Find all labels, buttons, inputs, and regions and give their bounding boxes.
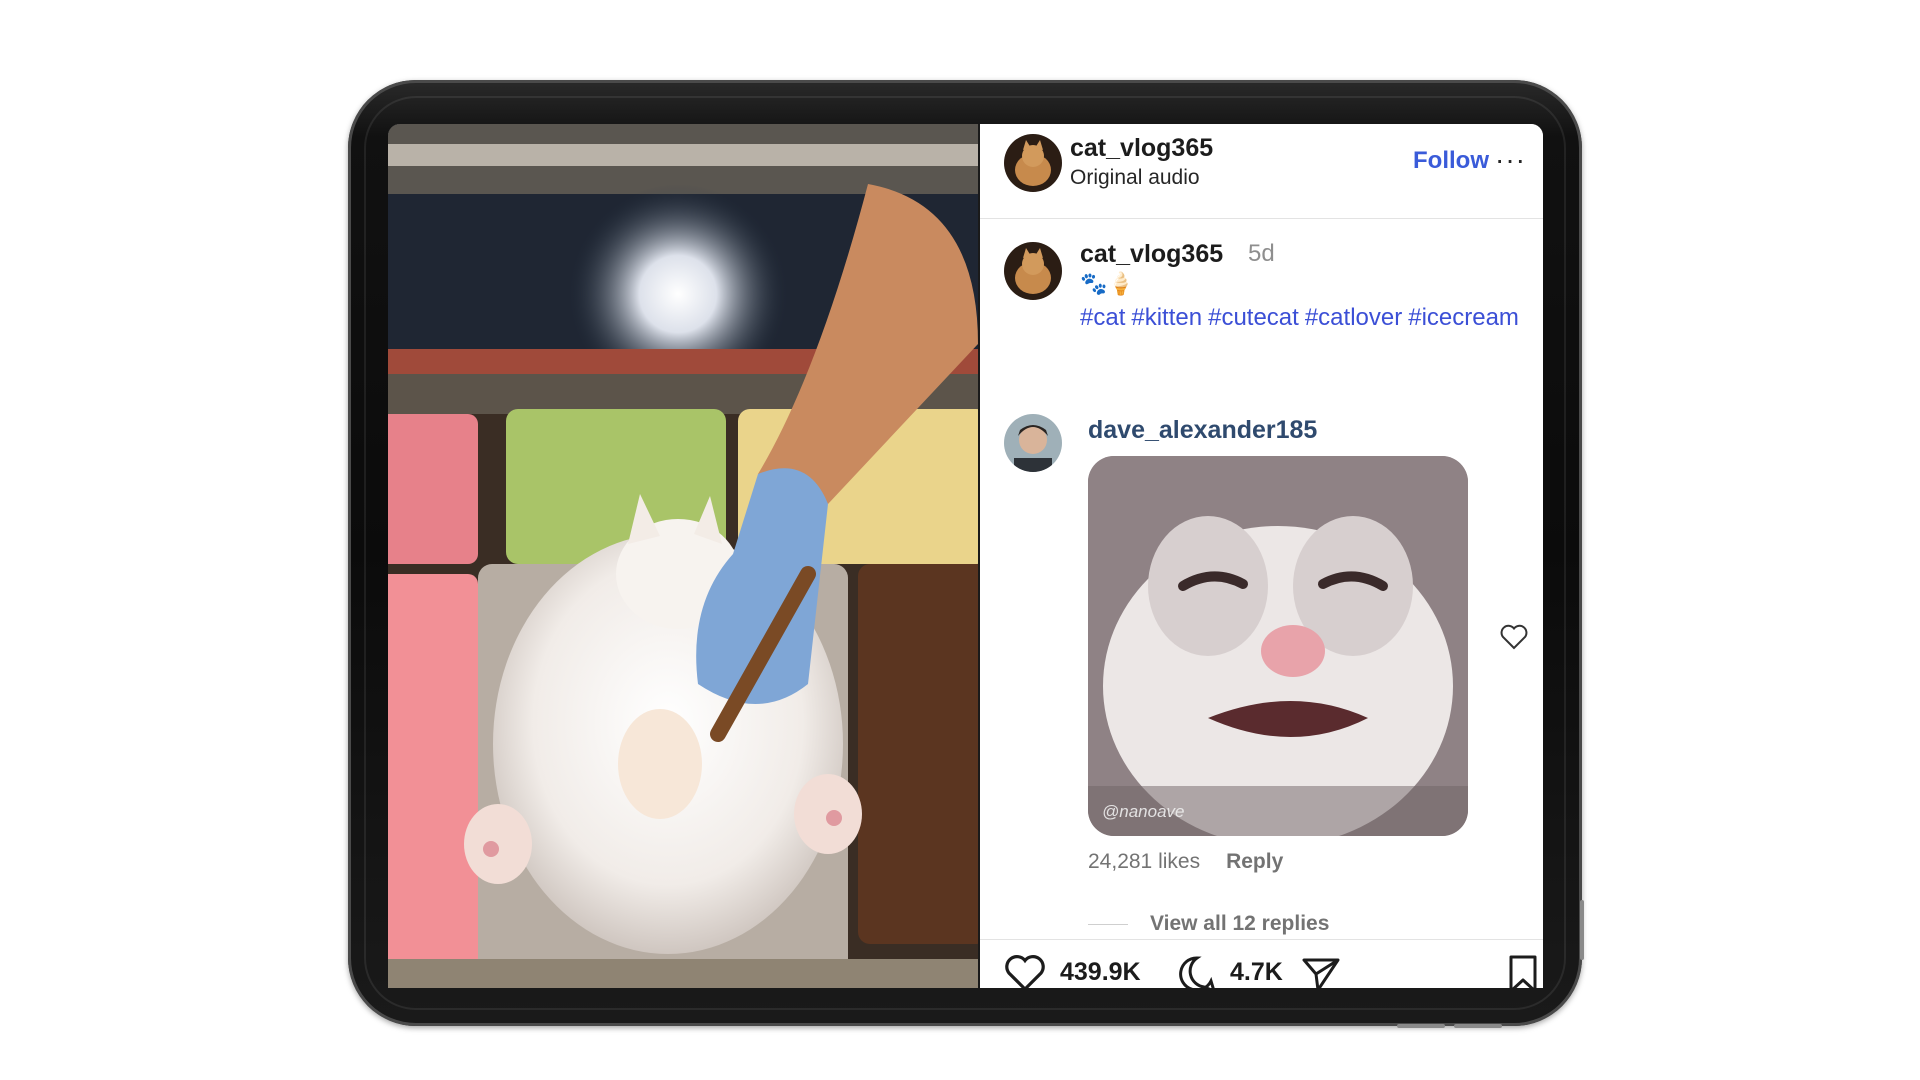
more-icon[interactable]: ···: [1495, 144, 1526, 176]
hashtag-link[interactable]: #catlover: [1305, 304, 1402, 331]
caption-age: 5d: [1248, 240, 1275, 267]
view-replies-button[interactable]: View all 12 replies: [1088, 912, 1329, 936]
reel-video[interactable]: [388, 124, 978, 988]
hashtag-link[interactable]: #cat: [1080, 304, 1125, 331]
hashtag-link[interactable]: #kitten: [1131, 304, 1202, 331]
video-frame-illustration: [388, 124, 978, 988]
post-details-panel: cat_vlog365 Original audio Follow ··· ca…: [980, 124, 1543, 988]
comment-likes[interactable]: 24,281 likes: [1088, 850, 1200, 873]
volume-button: [1580, 900, 1584, 960]
follow-button[interactable]: Follow: [1413, 147, 1489, 175]
share-icon[interactable]: [1300, 956, 1342, 988]
caption-author-username[interactable]: cat_vlog365: [1080, 240, 1223, 269]
comment-icon[interactable]: [1176, 954, 1218, 988]
post-header: cat_vlog365 Original audio Follow ···: [980, 124, 1543, 219]
hashtag-link[interactable]: #icecream: [1408, 304, 1519, 331]
comment-count[interactable]: 4.7K: [1230, 958, 1283, 987]
screen: cat_vlog365 Original audio Follow ··· ca…: [388, 124, 1543, 988]
author-username[interactable]: cat_vlog365: [1070, 134, 1213, 163]
cat-face-gif-illustration: [1088, 456, 1468, 836]
bottom-button-1: [1397, 1024, 1445, 1028]
like-count[interactable]: 439.9K: [1060, 958, 1141, 987]
reply-button[interactable]: Reply: [1226, 850, 1283, 873]
gif-watermark: @nanoave: [1102, 802, 1185, 821]
bookmark-icon[interactable]: [1508, 954, 1538, 988]
hashtag-link[interactable]: #cutecat: [1208, 304, 1299, 331]
caption-emoji: 🐾🍦: [1080, 271, 1135, 296]
view-replies-label: View all 12 replies: [1150, 912, 1330, 935]
bottom-button-2: [1454, 1024, 1502, 1028]
heart-icon[interactable]: [1004, 954, 1046, 988]
replies-line: [1088, 923, 1128, 925]
comment-gif[interactable]: @nanoave: [1088, 456, 1468, 836]
caption-author-avatar[interactable]: [1004, 242, 1062, 300]
caption-hashtags: #cat #kitten #cutecat #catlover #icecream: [1080, 302, 1519, 334]
action-bar: 439.9K 4.7K: [980, 939, 1543, 988]
comment-like-heart-icon[interactable]: [1500, 624, 1528, 655]
author-avatar[interactable]: [1004, 134, 1062, 192]
commenter-avatar[interactable]: [1004, 414, 1062, 472]
commenter-username[interactable]: dave_alexander185: [1088, 416, 1317, 445]
audio-label[interactable]: Original audio: [1070, 166, 1200, 190]
comment-meta: 24,281 likes Reply: [1088, 850, 1283, 874]
